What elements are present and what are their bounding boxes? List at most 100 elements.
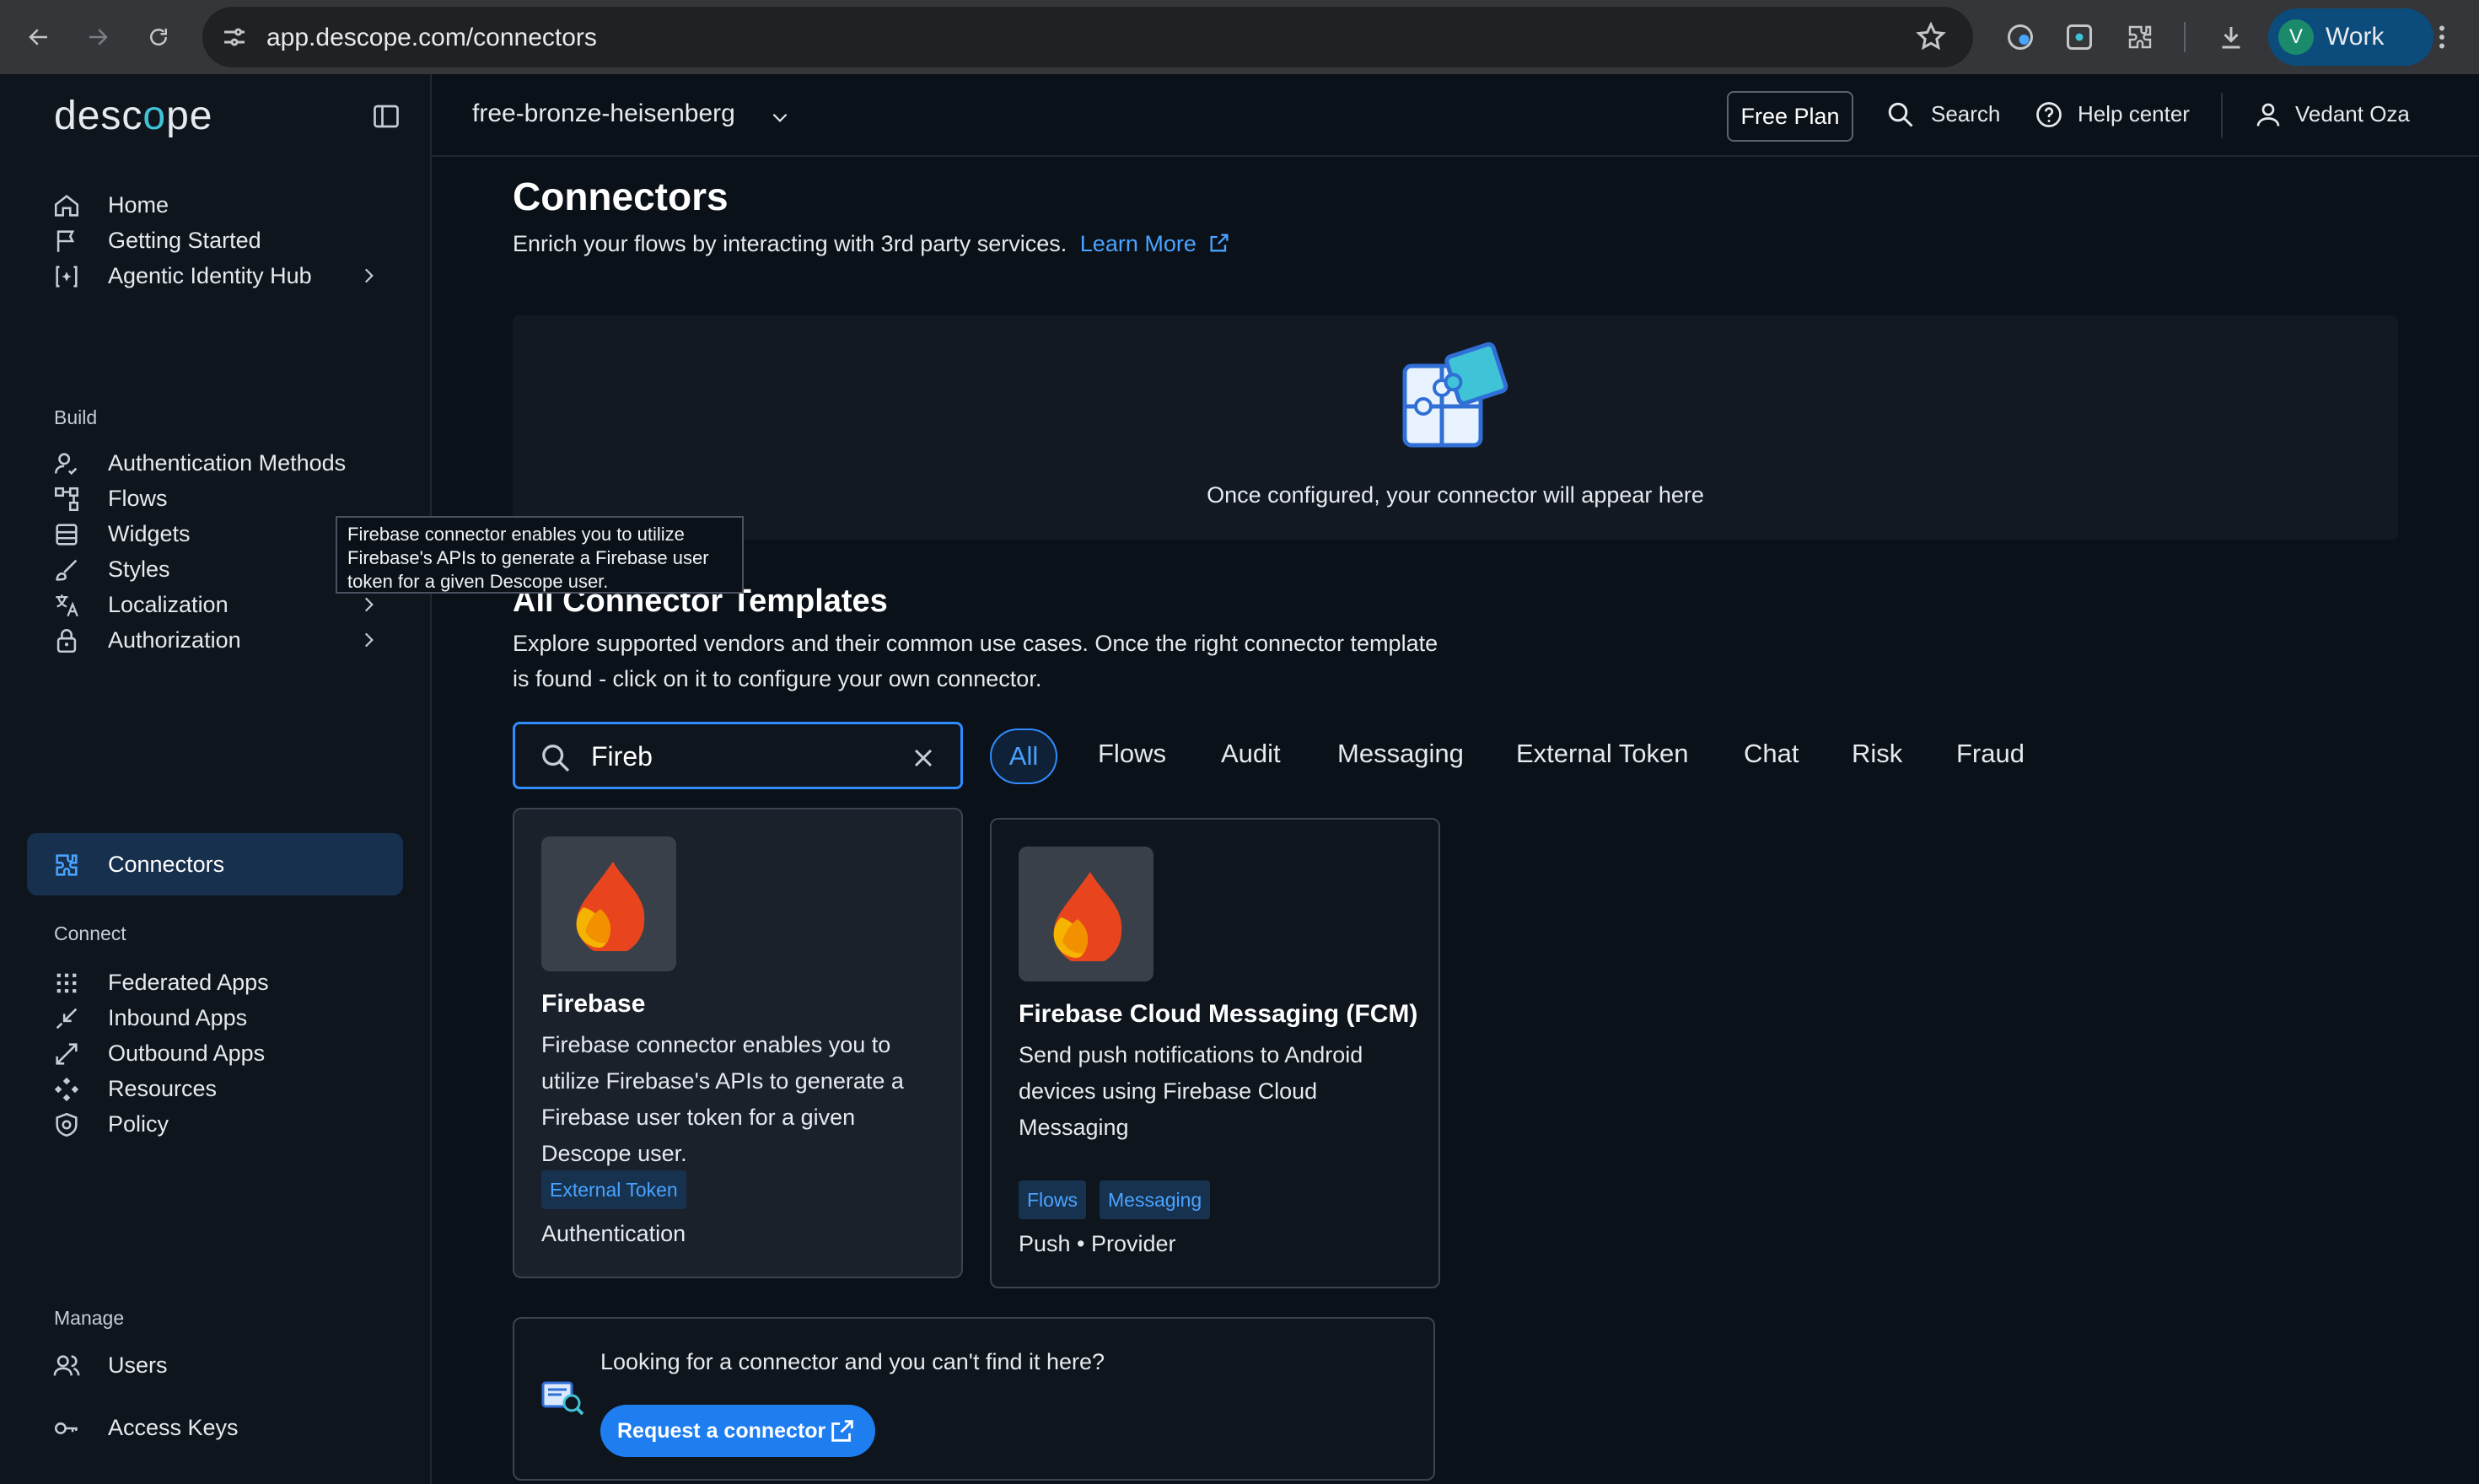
request-connector-panel: Looking for a connector and you can't fi…: [513, 1317, 1435, 1481]
card-description: Firebase connector enables you to utiliz…: [541, 1032, 904, 1166]
chevron-right-icon: [364, 632, 374, 648]
sidebar-item-users[interactable]: Users: [27, 1334, 403, 1396]
sidebar-item-label: Connectors: [108, 852, 225, 877]
tag-flows: Flows: [1019, 1180, 1087, 1219]
chevron-down-icon: [772, 113, 788, 122]
sidebar-item-label: Authorization: [108, 627, 241, 653]
sidebar-item-label: Policy: [108, 1111, 169, 1137]
logo-text-right: pe: [166, 94, 213, 138]
puzzle-icon: [56, 854, 78, 876]
header-divider: [2221, 93, 2223, 138]
project-selector[interactable]: free-bronze-heisenberg: [472, 74, 826, 155]
logo-dot: o: [143, 94, 167, 138]
help-center-link[interactable]: Help center: [2078, 101, 2190, 127]
external-link-icon: [831, 1420, 853, 1442]
page-subtitle-text: Enrich your flows by interacting with 3r…: [513, 231, 1067, 256]
section-label-connect: Connect: [54, 922, 126, 944]
sidebar-item-label: Agentic Identity Hub: [108, 263, 312, 288]
connector-card-firebase[interactable]: Firebase Firebase connector enables you …: [513, 808, 963, 1278]
filter-chip-flows[interactable]: Flows: [1098, 739, 1166, 769]
configured-connectors-empty-state: Once configured, your connector will app…: [513, 315, 2398, 540]
forward-icon[interactable]: [78, 17, 118, 57]
page-title: Connectors: [513, 175, 729, 218]
chevron-right-icon: [364, 268, 374, 283]
firebase-flame-icon: [576, 862, 645, 951]
close-icon[interactable]: [908, 743, 938, 773]
logo-text-left: desc: [54, 94, 143, 138]
search-icon[interactable]: [1885, 99, 1916, 130]
sidebar-item-agentic-identity-hub[interactable]: Agentic Identity Hub: [27, 245, 403, 307]
toolbar-divider: [2184, 22, 2186, 52]
connector-card-fcm[interactable]: Firebase Cloud Messaging (FCM) Send push…: [990, 818, 1440, 1288]
agent-icon: [56, 266, 78, 288]
shield-icon: [56, 1112, 78, 1137]
firebase-flame-icon: [1053, 872, 1122, 961]
filter-chip-audit[interactable]: Audit: [1221, 739, 1281, 769]
site-settings-icon[interactable]: [219, 22, 250, 52]
password-manager-icon[interactable]: [2002, 19, 2039, 56]
help-icon[interactable]: [2034, 99, 2064, 130]
sidebar-item-authorization[interactable]: Authorization: [27, 609, 403, 671]
free-plan-button[interactable]: Free Plan: [1727, 91, 1853, 142]
more-menu-icon[interactable]: [2423, 19, 2460, 56]
templates-subtitle: Explore supported vendors and their comm…: [513, 631, 1438, 691]
request-connector-label: Request a connector: [617, 1418, 826, 1443]
filter-chip-all[interactable]: All: [990, 729, 1057, 784]
back-icon[interactable]: [19, 17, 59, 57]
sidebar-collapse-icon[interactable]: [371, 101, 401, 132]
learn-more-link[interactable]: Learn More: [1080, 231, 1232, 256]
filter-chip-fraud[interactable]: Fraud: [1956, 739, 2025, 769]
profile-label: Work: [2326, 23, 2385, 51]
sidebar-item-label: Access Keys: [108, 1415, 239, 1440]
users-icon: [53, 1355, 80, 1376]
lock-icon: [56, 629, 77, 653]
request-connector-button[interactable]: Request a connector: [600, 1405, 875, 1457]
sidebar-item-label: Users: [108, 1352, 168, 1378]
request-connector-text: Looking for a connector and you can't fi…: [600, 1349, 1105, 1374]
sidebar: descope Home Getting Started Agentic Ide…: [0, 74, 432, 1484]
project-name: free-bronze-heisenberg: [472, 99, 735, 127]
browser-toolbar: app.descope.com/connectors V Work: [0, 0, 2479, 74]
bookmark-star-icon[interactable]: [1914, 20, 1948, 54]
sidebar-item-access-keys[interactable]: Access Keys: [27, 1396, 403, 1459]
filter-chip-external-token[interactable]: External Token: [1516, 739, 1689, 769]
connector-description-tooltip: Firebase connector enables you to utiliz…: [336, 516, 744, 594]
sidebar-item-connectors[interactable]: Connectors: [27, 833, 403, 895]
learn-more-text: Learn More: [1079, 231, 1196, 256]
search-input[interactable]: [591, 738, 895, 775]
profile-button[interactable]: V Work: [2268, 8, 2433, 66]
connector-search[interactable]: [513, 722, 963, 789]
firebase-logo: [1019, 847, 1153, 981]
puzzle-illustration-icon: [1402, 341, 1508, 448]
filter-chip-chat[interactable]: Chat: [1744, 739, 1799, 769]
filter-chip-messaging[interactable]: Messaging: [1337, 739, 1464, 769]
address-bar[interactable]: app.descope.com/connectors: [202, 7, 1973, 67]
filter-chip-risk[interactable]: Risk: [1852, 739, 1902, 769]
download-icon[interactable]: [2213, 19, 2250, 56]
reload-icon[interactable]: [138, 17, 179, 57]
card-description: Send push notifications to Android devic…: [1019, 1042, 1363, 1140]
section-label-manage: Manage: [54, 1307, 125, 1329]
card-title: Firebase: [541, 990, 646, 1018]
page-subtitle: Enrich your flows by interacting with 3r…: [513, 231, 1231, 257]
user-menu[interactable]: Vedant Oza: [2295, 101, 2410, 127]
app-header: free-bronze-heisenberg Free Plan Search …: [432, 74, 2479, 157]
tag-external-token: External Token: [541, 1170, 686, 1209]
avatar: V: [2278, 19, 2314, 55]
search-button[interactable]: Search: [1931, 101, 2000, 127]
extensions-icon[interactable]: [2121, 19, 2159, 56]
url-text: app.descope.com/connectors: [266, 24, 597, 51]
card-title: Firebase Cloud Messaging (FCM): [1019, 1000, 1418, 1028]
firebase-logo: [541, 836, 676, 971]
section-label-build: Build: [54, 406, 98, 428]
descope-extension-icon[interactable]: [2061, 19, 2098, 56]
search-icon: [542, 745, 570, 772]
descope-logo[interactable]: descope: [54, 93, 212, 139]
user-icon[interactable]: [2253, 99, 2283, 130]
card-category: Authentication: [541, 1221, 686, 1246]
empty-state-text: Once configured, your connector will app…: [1207, 482, 1704, 508]
tag-messaging: Messaging: [1100, 1180, 1211, 1219]
key-icon: [54, 1422, 78, 1434]
search-document-icon: [541, 1381, 584, 1416]
sidebar-item-policy[interactable]: Policy: [27, 1093, 403, 1155]
